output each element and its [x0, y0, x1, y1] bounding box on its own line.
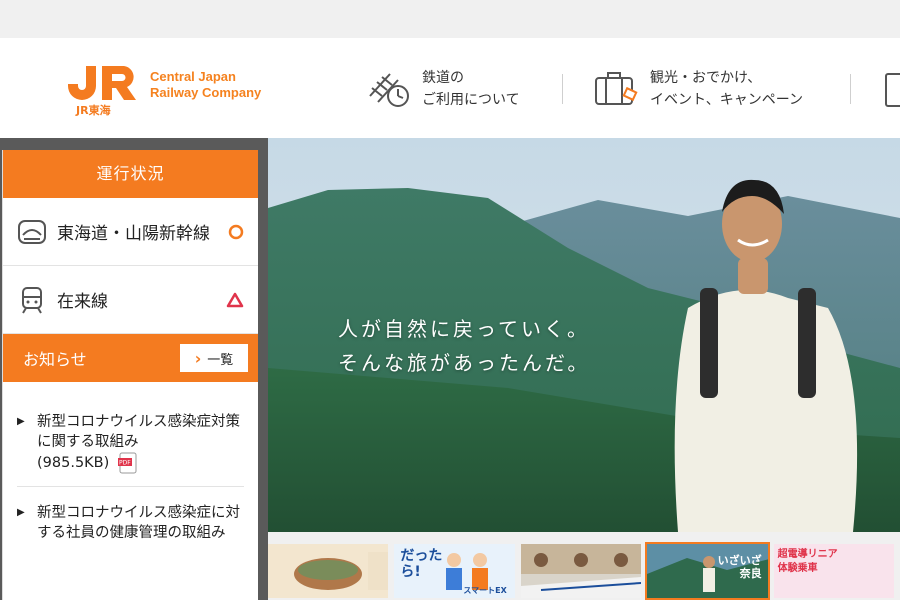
hero-banner[interactable]: 人が自然に戻っていく。 そんな旅があったんだ。 [268, 138, 900, 532]
company-name-line1: Central Japan [150, 69, 236, 84]
people-train-image [520, 544, 642, 598]
hero-copy-line2: そんな旅があったんだ。 [338, 351, 591, 375]
svg-text:JR東海: JR東海 [75, 103, 111, 116]
suitcase-icon [595, 72, 638, 105]
nav-railway-use-label: 鉄道の ご利用について [422, 70, 520, 108]
jr-logo-mark: JR東海 [66, 62, 142, 117]
news-item-text: 新型コロナウイルス感染症対策に関する取組み [37, 414, 240, 450]
banner-nara[interactable]: いざいざ 奈良 [645, 542, 770, 600]
news-heading-bar: お知らせ › 一覧 [3, 334, 258, 382]
pdf-icon: PDF [117, 452, 137, 474]
nara-banner-title: いざいざ 奈良 [717, 554, 762, 580]
shinkansen-icon [18, 219, 46, 244]
status-row-conventional[interactable]: 在来線 [3, 266, 258, 334]
linear-banner-title: 超電導リニア 体験乗車 [777, 549, 838, 574]
news-heading: お知らせ [23, 350, 87, 369]
banner-food[interactable] [268, 544, 389, 598]
news-list-button[interactable]: › 一覧 [180, 344, 248, 372]
railway-clock-icon [369, 73, 409, 107]
delay-warning-icon [226, 292, 244, 307]
news-list-button-label: 一覧 [207, 352, 234, 368]
chevron-right-icon: › [194, 348, 202, 368]
news-list: ▶ 新型コロナウイルス感染症対策に関する取組み (985.5KB) PDF ▶ … [3, 382, 258, 555]
nav-railway-use[interactable]: 鉄道の ご利用について [364, 66, 520, 112]
dattara-banner-title: だった ら! [400, 548, 443, 580]
news-item[interactable]: ▶ 新型コロナウイルス感染症対策に関する取組み (985.5KB) PDF [17, 382, 244, 486]
jr-central-logo[interactable]: JR東海 Central Japan Railway Company [66, 62, 261, 117]
site-header: JR東海 Central Japan Railway Company 鉄道の ご… [0, 38, 900, 138]
banner-carousel: だった ら! スマートEX いざいざ 奈良 超電導リニア 体験乗車 [268, 542, 900, 600]
food-bowl-image [294, 552, 389, 590]
nav-sightseeing[interactable]: 観光・おでかけ、 イベント、キャンペーン [592, 66, 803, 112]
nav-next[interactable] [880, 66, 900, 112]
company-name: Central Japan Railway Company [150, 69, 261, 101]
banner-dattara[interactable]: だった ら! スマートEX [394, 544, 515, 598]
normal-operation-icon [228, 224, 244, 239]
news-item[interactable]: ▶ 新型コロナウイルス感染症に対する社員の健康管理の取組み [17, 486, 244, 555]
conventional-line-name: 在来線 [57, 292, 108, 312]
nav-divider [562, 74, 563, 104]
banner-linear[interactable]: 超電導リニア 体験乗車 [773, 544, 895, 598]
hero-copy: 人が自然に戻っていく。 そんな旅があったんだ。 [338, 312, 590, 380]
news-item-filesize: (985.5KB) [37, 455, 110, 471]
banner-people[interactable] [520, 544, 642, 598]
operation-status-heading: 運行状況 [3, 150, 258, 198]
bullet-triangle-icon: ▶ [17, 507, 25, 518]
status-row-shinkansen[interactable]: 東海道・山陽新幹線 [3, 198, 258, 266]
browser-top-strip [0, 0, 900, 38]
shinkansen-line-name: 東海道・山陽新幹線 [57, 224, 210, 244]
document-icon [885, 73, 900, 107]
nav-sightseeing-label: 観光・おでかけ、 イベント、キャンペーン [650, 70, 804, 108]
train-icon [22, 286, 42, 314]
news-item-text: 新型コロナウイルス感染症に対する社員の健康管理の取組み [37, 505, 240, 541]
company-name-line2: Railway Company [150, 85, 262, 100]
nav-divider [850, 74, 851, 104]
info-panel: 運行状況 東海道・山陽新幹線 在来線 お知らせ › 一覧 ▶ 新型コロナウイルス… [2, 150, 258, 600]
pdf-icon-label: PDF [119, 460, 131, 467]
dattara-banner-sub: スマートEX [463, 586, 507, 595]
hero-copy-line1: 人が自然に戻っていく。 [338, 317, 590, 341]
bullet-triangle-icon: ▶ [17, 416, 25, 427]
